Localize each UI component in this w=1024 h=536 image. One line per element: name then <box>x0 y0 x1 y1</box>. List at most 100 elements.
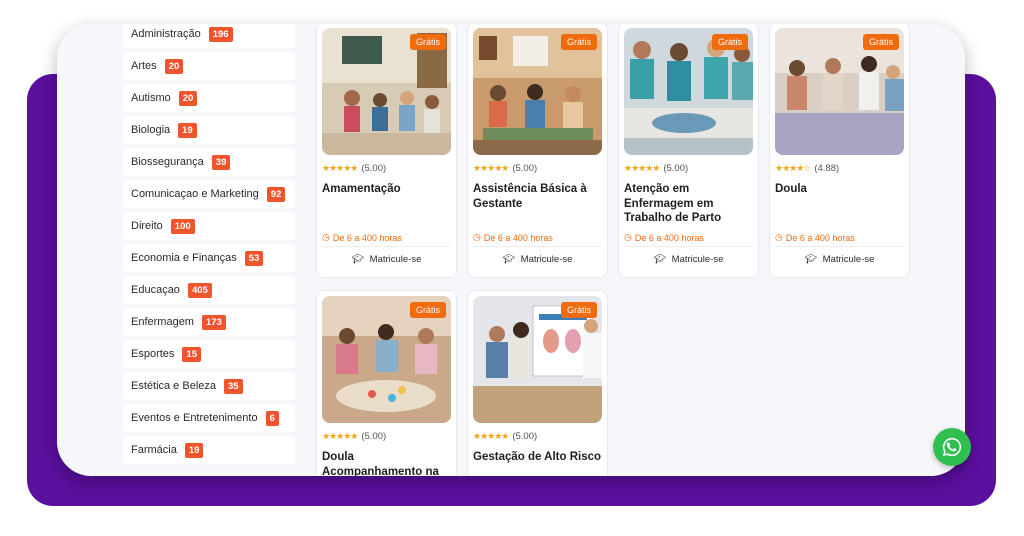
rating: ★★★★★ (5.00) <box>473 163 537 174</box>
enroll-button[interactable]: 🎓︎ Matricule-se <box>770 254 909 265</box>
category-item-administracao[interactable]: Administração 196 <box>123 24 295 48</box>
course-hours-text: De 6 a 400 horas <box>634 232 704 243</box>
course-card[interactable]: Grátis ★★★★★ (5.00) Doula Acompanhamento… <box>316 290 457 476</box>
free-badge: Grátis <box>560 34 597 50</box>
category-item-biologia[interactable]: Biologia 19 <box>123 116 295 144</box>
category-label: Farmácia <box>131 444 177 456</box>
category-count-badge: 53 <box>244 250 264 266</box>
whatsapp-button[interactable] <box>933 428 971 466</box>
course-card[interactable]: Grátis ★★★★☆ (4.88) Doula ◷ De 6 a 400 h… <box>769 24 910 278</box>
course-image[interactable]: Grátis <box>775 28 904 155</box>
course-image[interactable]: Grátis <box>624 28 753 155</box>
rating-score: (5.00) <box>512 431 538 442</box>
rating-stars-icon: ★★★★★ <box>322 431 358 441</box>
category-label: Educaçao <box>131 284 180 296</box>
category-item-autismo[interactable]: Autismo 20 <box>123 84 295 112</box>
category-count-badge: 20 <box>178 90 198 106</box>
category-item-economia-financas[interactable]: Economia e Finanças 53 <box>123 244 295 272</box>
course-title[interactable]: Amamentação <box>322 182 454 197</box>
rating-score: (5.00) <box>361 431 387 442</box>
divider <box>624 246 753 247</box>
rating-score: (5.00) <box>663 163 689 174</box>
category-item-comunicacao-marketing[interactable]: Comunicaçao e Marketing 92 <box>123 180 295 208</box>
category-label: Direito <box>131 220 163 232</box>
course-card[interactable]: Grátis ★★★★★ (5.00) Assistência Básica à… <box>467 24 608 278</box>
course-card[interactable]: Grátis ★★★★★ (5.00) Amamentação ◷ De 6 a… <box>316 24 457 278</box>
category-label: Estética e Beleza <box>131 380 216 392</box>
divider <box>775 246 904 247</box>
category-count-badge: 20 <box>164 58 184 74</box>
course-hours: ◷ De 6 a 400 horas <box>624 232 704 243</box>
category-label: Eventos e Entretenimento <box>131 412 258 424</box>
category-item-esportes[interactable]: Esportes 15 <box>123 340 295 368</box>
category-item-educacao[interactable]: Educaçao 405 <box>123 276 295 304</box>
rating: ★★★★★ (5.00) <box>322 431 386 442</box>
rating-stars-icon: ★★★★★ <box>473 431 509 441</box>
category-label: Biologia <box>131 124 171 136</box>
category-item-biosseguranca[interactable]: Biossegurança 39 <box>123 148 295 176</box>
enroll-label: Matricule-se <box>520 254 573 265</box>
free-badge: Grátis <box>409 302 446 318</box>
rating: ★★★★☆ (4.88) <box>775 163 839 174</box>
course-title[interactable]: Atenção em Enfermagem em Trabalho de Par… <box>624 182 756 226</box>
graduation-cap-icon: 🎓︎ <box>502 254 515 265</box>
divider <box>322 246 451 247</box>
enroll-button[interactable]: 🎓︎ Matricule-se <box>619 254 758 265</box>
category-count-badge: 39 <box>211 154 231 170</box>
enroll-button[interactable]: 🎓︎ Matricule-se <box>468 254 607 265</box>
category-label: Artes <box>131 60 157 72</box>
course-hours-text: De 6 a 400 horas <box>483 232 553 243</box>
category-item-eventos-entretenimento[interactable]: Eventos e Entretenimento 6 <box>123 404 295 432</box>
course-hours: ◷ De 6 a 400 horas <box>473 232 553 243</box>
category-label: Enfermagem <box>131 316 194 328</box>
rating-score: (4.88) <box>814 163 840 174</box>
category-label: Economia e Finanças <box>131 252 237 264</box>
course-title[interactable]: Gestação de Alto Risco <box>473 450 605 465</box>
course-image[interactable]: Grátis <box>322 296 451 423</box>
free-badge: Grátis <box>560 302 597 318</box>
course-card[interactable]: Grátis ★★★★★ (5.00) Atenção em Enfermage… <box>618 24 759 278</box>
free-badge: Grátis <box>409 34 446 50</box>
enroll-button[interactable]: 🎓︎ Matricule-se <box>317 254 456 265</box>
course-hours-text: De 6 a 400 horas <box>785 232 855 243</box>
browser-frame: Administração 196 Artes 20 Autismo 20 Biolo… <box>57 24 965 476</box>
category-item-artes[interactable]: Artes 20 <box>123 52 295 80</box>
category-item-enfermagem[interactable]: Enfermagem 173 <box>123 308 295 336</box>
category-item-estetica-beleza[interactable]: Estética e Beleza 35 <box>123 372 295 400</box>
category-item-farmacia[interactable]: Farmácia 19 <box>123 436 295 464</box>
course-title[interactable]: Doula Acompanhamento na <box>322 450 454 476</box>
category-item-direito[interactable]: Direito 100 <box>123 212 295 240</box>
enroll-label: Matricule-se <box>822 254 875 265</box>
category-count-badge: 35 <box>224 378 243 394</box>
course-card[interactable]: Grátis ★★★★★ (5.00) Gestação de Alto Ris… <box>467 290 608 476</box>
category-label: Administração <box>131 28 201 40</box>
divider <box>473 246 602 247</box>
category-count-badge: 19 <box>184 442 204 458</box>
course-image[interactable]: Grátis <box>322 28 451 155</box>
category-count-badge: 405 <box>187 282 212 298</box>
rating: ★★★★★ (5.00) <box>473 431 537 442</box>
course-title[interactable]: Doula <box>775 182 907 197</box>
rating-score: (5.00) <box>361 163 387 174</box>
course-hours: ◷ De 6 a 400 horas <box>775 232 855 243</box>
category-label: Esportes <box>131 348 175 360</box>
category-label: Autismo <box>131 92 171 104</box>
clock-icon: ◷ <box>624 232 632 242</box>
rating: ★★★★★ (5.00) <box>624 163 688 174</box>
rating-score: (5.00) <box>512 163 538 174</box>
clock-icon: ◷ <box>322 232 330 242</box>
graduation-cap-icon: 🎓︎ <box>804 254 817 265</box>
category-sidebar: Administração 196 Artes 20 Autismo 20 Biolo… <box>123 24 295 468</box>
course-image[interactable]: Grátis <box>473 28 602 155</box>
category-count-badge: 19 <box>178 122 197 138</box>
rating-stars-icon: ★★★★★ <box>473 163 509 173</box>
course-hours: ◷ De 6 a 400 horas <box>322 232 402 243</box>
category-count-badge: 92 <box>266 186 286 202</box>
rating-stars-icon: ★★★★★ <box>624 163 660 173</box>
category-count-badge: 6 <box>265 410 279 426</box>
rating: ★★★★★ (5.00) <box>322 163 386 174</box>
clock-icon: ◷ <box>473 232 481 242</box>
category-count-badge: 100 <box>170 218 195 234</box>
course-image[interactable]: Grátis <box>473 296 602 423</box>
course-title[interactable]: Assistência Básica à Gestante <box>473 182 605 211</box>
